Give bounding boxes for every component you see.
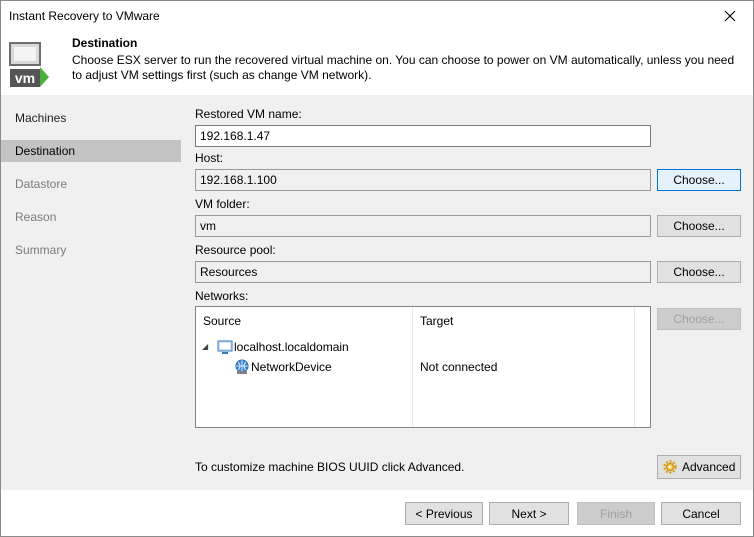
svg-text:vm: vm (15, 70, 35, 86)
destination-panel: Restored VM name: Host: Choose... VM fol… (181, 95, 753, 490)
advanced-button[interactable]: Advanced (657, 455, 741, 479)
network-target-value[interactable]: Not connected (420, 360, 497, 374)
vm-folder-field (195, 215, 651, 237)
step-summary: Summary (15, 243, 67, 257)
finish-button: Finish (577, 502, 655, 525)
next-button[interactable]: Next > (489, 502, 569, 525)
step-machines[interactable]: Machines (1, 107, 181, 129)
page-description: Choose ESX server to run the recovered v… (72, 53, 735, 82)
step-destination[interactable]: Destination (1, 140, 181, 162)
dialog-window: Instant Recovery to VMware vm Destinatio… (0, 0, 754, 537)
page-title: Destination (72, 36, 138, 50)
uuid-hint: To customize machine BIOS UUID click Adv… (195, 460, 465, 474)
advanced-button-label: Advanced (682, 460, 736, 474)
networks-grid[interactable]: Source Target ◢ localhost.localdomain Ne… (195, 306, 651, 428)
network-icon (235, 359, 249, 374)
choose-network-button: Choose... (657, 308, 741, 330)
column-divider (412, 307, 413, 427)
host-field (195, 169, 651, 191)
vm-name-input[interactable] (195, 125, 651, 147)
step-reason: Reason (15, 210, 57, 224)
vm-icon: vm (9, 42, 49, 87)
column-divider (634, 307, 635, 427)
tree-item-network-device[interactable]: NetworkDevice (251, 360, 332, 374)
choose-host-button[interactable]: Choose... (657, 169, 741, 191)
tree-expand-icon[interactable]: ◢ (202, 342, 208, 351)
wizard-steps: Machines Destination Datastore Reason Su… (1, 95, 181, 490)
cancel-button[interactable]: Cancel (661, 502, 741, 525)
resource-pool-field (195, 261, 651, 283)
vm-folder-label: VM folder: (195, 197, 250, 211)
wizard-header: vm Destination Choose ESX server to run … (1, 31, 753, 95)
close-button[interactable] (707, 1, 753, 31)
host-label: Host: (195, 151, 224, 165)
target-column-header[interactable]: Target (420, 314, 453, 328)
resource-pool-label: Resource pool: (195, 243, 276, 257)
step-datastore: Datastore (15, 177, 68, 191)
host-icon (217, 340, 233, 354)
window-title: Instant Recovery to VMware (9, 9, 160, 23)
title-bar: Instant Recovery to VMware (1, 1, 753, 31)
wizard-footer: < Previous Next > Finish Cancel (1, 490, 753, 536)
previous-button[interactable]: < Previous (405, 502, 483, 525)
vm-name-label: Restored VM name: (195, 107, 302, 121)
source-column-header[interactable]: Source (203, 314, 241, 328)
close-icon (724, 10, 736, 22)
choose-folder-button[interactable]: Choose... (657, 215, 741, 237)
gear-icon (663, 460, 677, 474)
networks-label: Networks: (195, 289, 249, 303)
choose-pool-button[interactable]: Choose... (657, 261, 741, 283)
tree-item-host[interactable]: localhost.localdomain (234, 340, 349, 354)
